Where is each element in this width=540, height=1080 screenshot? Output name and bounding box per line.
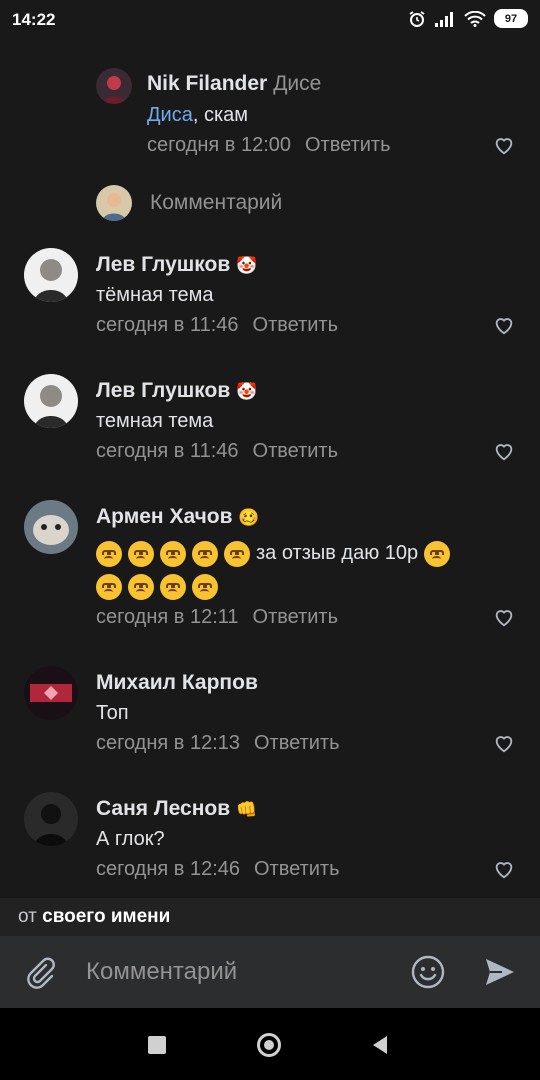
status-time: 14:22 bbox=[12, 10, 56, 29]
comment-text: за отзыв даю 10р bbox=[96, 537, 516, 603]
comment-text: Топ bbox=[96, 702, 129, 724]
avatar[interactable] bbox=[24, 666, 78, 720]
home-icon[interactable] bbox=[256, 1032, 282, 1058]
comment-time: сегодня в 12:11 bbox=[96, 606, 239, 628]
back-icon[interactable] bbox=[369, 1034, 391, 1056]
upside-down-face-icon bbox=[160, 573, 186, 600]
avatar[interactable] bbox=[96, 68, 132, 104]
post-as-selector[interactable]: от своего имени bbox=[0, 898, 540, 936]
avatar bbox=[96, 185, 132, 221]
fist-icon: 👊 bbox=[235, 800, 258, 819]
comment-time: сегодня в 12:13 bbox=[96, 732, 240, 754]
reply-button[interactable]: Ответить bbox=[305, 134, 391, 156]
upside-down-face-icon bbox=[160, 540, 186, 567]
upside-down-face-icon bbox=[423, 540, 450, 567]
reply-to-name[interactable]: Дисе bbox=[273, 72, 321, 95]
comment-text: Диса, скам bbox=[147, 104, 249, 126]
wifi-icon bbox=[464, 10, 486, 27]
clown-icon: 🤡 bbox=[236, 382, 258, 401]
comment-author[interactable]: Армен Хачов 🥴 bbox=[96, 505, 260, 529]
comment-meta: сегодня в 11:46 Ответить bbox=[96, 314, 338, 337]
comment-meta: сегодня в 12:11 Ответить bbox=[96, 606, 338, 629]
comment-input[interactable]: Комментарий bbox=[86, 958, 237, 986]
like-icon[interactable] bbox=[493, 732, 515, 754]
comment-author[interactable]: Саня Леснов 👊 bbox=[96, 797, 257, 821]
clown-icon: 🤡 bbox=[236, 256, 258, 275]
comment-text: темная тема bbox=[96, 410, 214, 432]
upside-down-face-icon bbox=[96, 573, 122, 600]
upside-down-face-icon bbox=[192, 540, 218, 567]
comment-meta: сегодня в 11:46 Ответить bbox=[96, 440, 338, 463]
comment-time: сегодня в 11:46 bbox=[96, 440, 239, 462]
like-icon[interactable] bbox=[493, 606, 515, 628]
comment-meta: сегодня в 12:00 Ответить bbox=[147, 134, 391, 157]
like-icon[interactable] bbox=[493, 134, 515, 156]
upside-down-face-icon bbox=[128, 540, 154, 567]
comment-author[interactable]: Nik Filander Дисе bbox=[147, 72, 321, 96]
attach-icon[interactable] bbox=[24, 956, 58, 990]
comment-time: сегодня в 12:00 bbox=[147, 134, 291, 156]
upside-down-face-icon bbox=[224, 540, 250, 567]
like-icon[interactable] bbox=[493, 314, 515, 336]
comment-time: сегодня в 12:46 bbox=[96, 858, 240, 880]
comment-author[interactable]: Лев Глушков 🤡 bbox=[96, 253, 257, 277]
like-icon[interactable] bbox=[493, 440, 515, 462]
recents-icon[interactable] bbox=[147, 1035, 167, 1055]
system-nav-bar bbox=[0, 1008, 540, 1080]
comment-composer: Комментарий bbox=[0, 936, 540, 1008]
upside-down-face-icon bbox=[128, 573, 154, 600]
reply-button[interactable]: Ответить bbox=[253, 314, 339, 336]
alarm-icon bbox=[409, 10, 425, 27]
battery-icon: 97 bbox=[494, 9, 528, 28]
comment-text: тёмная тема bbox=[96, 284, 214, 306]
face-icon: 🥴 bbox=[238, 508, 260, 527]
comment-time: сегодня в 11:46 bbox=[96, 314, 239, 336]
signal-icon bbox=[435, 11, 453, 27]
comment-text: А глок? bbox=[96, 828, 165, 850]
like-icon[interactable] bbox=[493, 858, 515, 880]
reply-button[interactable]: Ответить bbox=[254, 732, 340, 754]
reply-button[interactable]: Ответить bbox=[254, 858, 340, 880]
comment-meta: сегодня в 12:46 Ответить bbox=[96, 858, 340, 881]
status-bar: 14:22 97 bbox=[0, 0, 540, 42]
avatar[interactable] bbox=[24, 374, 78, 428]
send-icon[interactable] bbox=[482, 954, 518, 990]
mention-link[interactable]: Диса bbox=[147, 104, 193, 126]
comment-author[interactable]: Михаил Карпов bbox=[96, 671, 258, 695]
upside-down-face-icon bbox=[192, 573, 218, 600]
status-icons: 97 bbox=[408, 9, 528, 28]
avatar[interactable] bbox=[24, 792, 78, 846]
post-as-label[interactable]: от своего имени bbox=[18, 906, 170, 928]
comment-meta: сегодня в 12:13 Ответить bbox=[96, 732, 340, 755]
reply-button[interactable]: Ответить bbox=[253, 606, 339, 628]
avatar[interactable] bbox=[24, 248, 78, 302]
upside-down-face-icon bbox=[96, 540, 122, 567]
inline-comment-input[interactable]: Комментарий bbox=[150, 191, 282, 215]
emoji-icon[interactable] bbox=[410, 954, 446, 990]
avatar[interactable] bbox=[24, 500, 78, 554]
reply-button[interactable]: Ответить bbox=[253, 440, 339, 462]
comment-author[interactable]: Лев Глушков 🤡 bbox=[96, 379, 257, 403]
